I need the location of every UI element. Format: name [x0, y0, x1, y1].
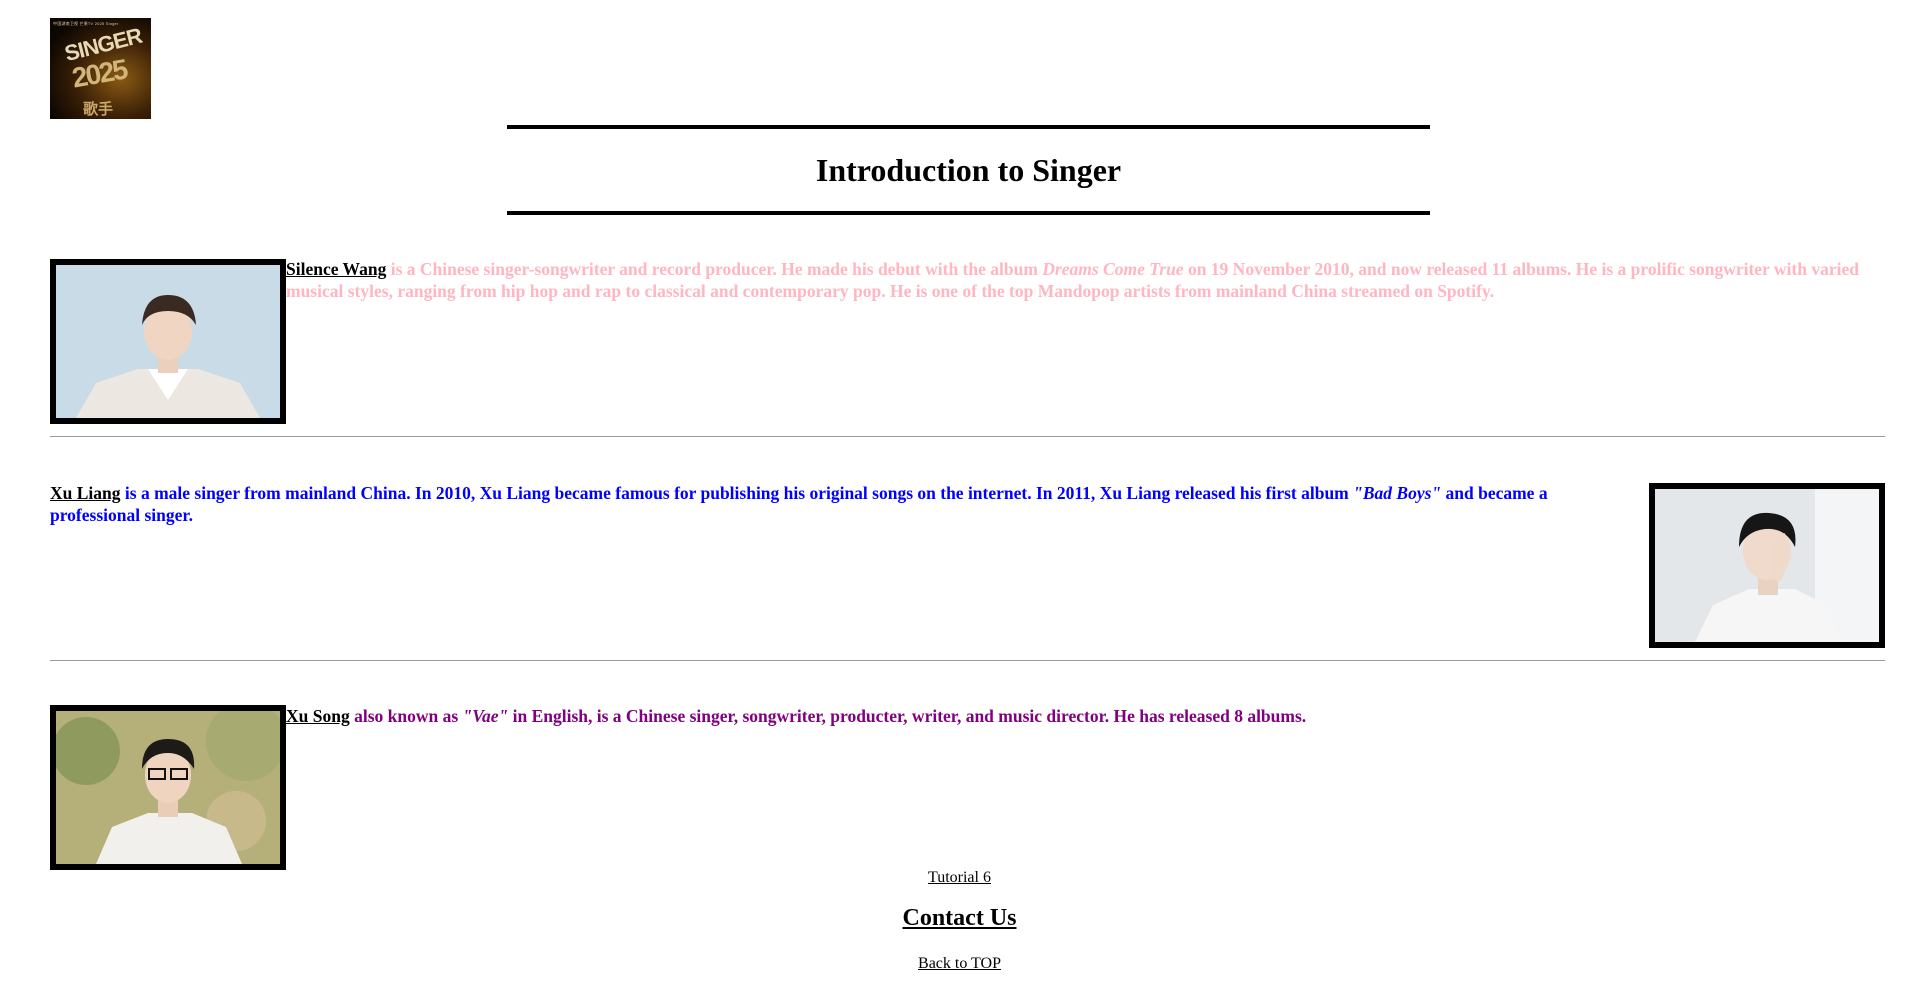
xu-liang-description: Xu Liang is a male singer from mainland … [50, 482, 1615, 526]
back-to-top-link[interactable]: Back to TOP [918, 955, 1001, 972]
back-to-top-container: Back to TOP [0, 955, 1919, 973]
xu-liang-portrait-image [1655, 489, 1879, 642]
xu-song-album: "Vae" [462, 706, 509, 726]
silence-wang-album: Dreams Come True [1042, 259, 1184, 279]
xu-liang-photo [1649, 483, 1885, 648]
tutorial-link-container: Tutorial 6 [0, 869, 1919, 887]
xu-song-name: Xu Song [286, 706, 350, 726]
divider-2 [50, 660, 1885, 661]
xu-liang-text-1: is a male singer from mainland China. In… [120, 483, 1354, 503]
silence-wang-description: Silence Wang is a Chinese singer-songwri… [286, 258, 1886, 302]
singer-2025-logo: 中国湖南卫视 芒果TV 2025 Singer SINGER 2025 歌手 [50, 18, 151, 119]
silence-wang-text-1: is a Chinese singer-songwriter and recor… [386, 259, 1043, 279]
page-title: Introduction to Singer [815, 152, 1122, 188]
silence-wang-portrait-image [56, 265, 280, 418]
xu-song-text-2: in English, is a Chinese singer, songwri… [508, 706, 1307, 726]
logo-top-line: 中国湖南卫视 芒果TV 2025 Singer [53, 21, 119, 26]
title-rule-bottom [507, 211, 1430, 215]
xu-song-text-1: also known as [349, 706, 463, 726]
tutorial-6-link[interactable]: Tutorial 6 [928, 869, 991, 886]
xu-song-photo [50, 705, 286, 870]
xu-liang-name: Xu Liang [50, 483, 121, 503]
page: 中国湖南卫视 芒果TV 2025 Singer SINGER 2025 歌手 I… [0, 0, 1919, 985]
divider-1 [50, 436, 1885, 437]
silence-wang-name: Silence Wang [286, 259, 387, 279]
silence-wang-photo [50, 259, 286, 424]
contact-us-heading: Contact Us [902, 905, 1017, 931]
title-rule-top [507, 125, 1430, 129]
logo-chinese: 歌手 [83, 100, 114, 118]
xu-liang-album: "Bad Boys" [1353, 483, 1442, 503]
xu-song-portrait-image [56, 711, 280, 864]
xu-song-description: Xu Song also known as "Vae" in English, … [286, 705, 1886, 727]
